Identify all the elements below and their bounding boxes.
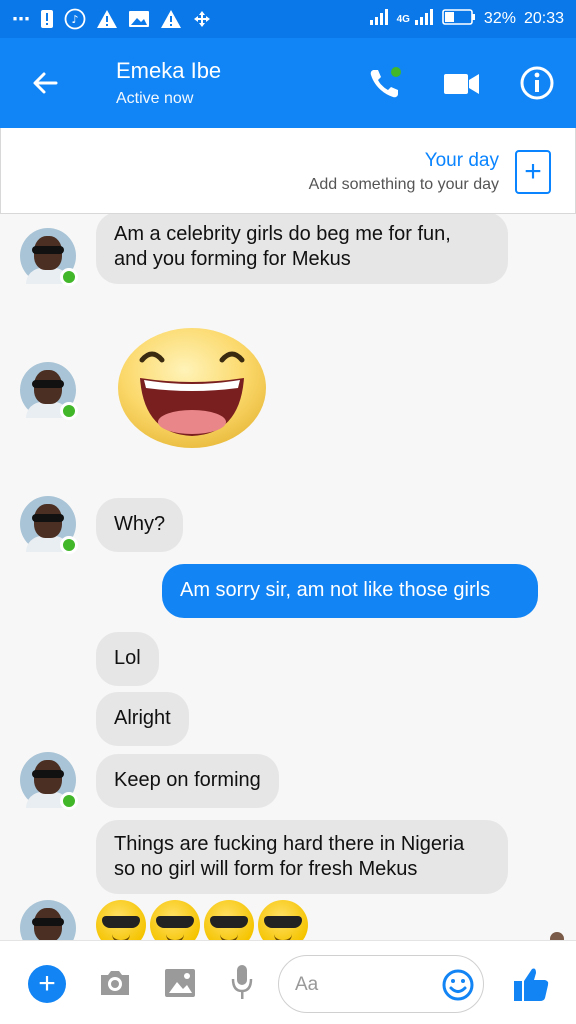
message-text: Alright xyxy=(114,707,171,729)
avatar[interactable] xyxy=(20,496,78,554)
online-indicator xyxy=(60,536,78,554)
read-receipt-avatar xyxy=(550,932,564,940)
system-indicators: 4G 32% 20:33 xyxy=(369,8,564,30)
online-indicator xyxy=(60,268,78,286)
message-bubble[interactable]: Alright xyxy=(96,692,189,746)
message-text-line: Things are fucking hard there in Nigeria xyxy=(114,833,465,855)
battery-percent: 32% xyxy=(483,10,516,27)
contact-name[interactable]: Emeka Ibe xyxy=(116,58,221,84)
gallery-icon[interactable] xyxy=(164,967,196,999)
message-composer: + xyxy=(0,940,576,1024)
phone-call-icon[interactable] xyxy=(366,64,404,102)
message-list[interactable]: Am a celebrity girls do beg me for fun, … xyxy=(0,214,576,940)
online-indicator xyxy=(60,402,78,420)
emoji-message[interactable] xyxy=(96,900,308,940)
battery-icon xyxy=(442,8,476,30)
laughing-face-icon[interactable] xyxy=(114,322,270,450)
clock: 20:33 xyxy=(523,10,564,27)
music-icon: ♪ xyxy=(64,8,86,30)
microphone-icon[interactable] xyxy=(230,963,254,1001)
video-call-icon[interactable] xyxy=(442,68,482,100)
avatar[interactable] xyxy=(20,228,78,286)
warning-icon xyxy=(96,8,118,30)
message-text: Why? xyxy=(114,513,166,535)
your-day-subtitle: Add something to your day xyxy=(308,176,499,193)
alert-icon xyxy=(40,8,54,30)
message-bubble[interactable]: Am a celebrity girls do beg me for fun, … xyxy=(96,214,508,284)
plus-icon[interactable]: + xyxy=(28,965,66,1003)
message-input-container xyxy=(278,955,484,1013)
status-bar: ⋯ ♪ 4G 32% 20:33 xyxy=(0,0,576,38)
message-text-line: and you forming for Mekus xyxy=(114,248,351,270)
message-text-line: so no girl will form for fresh Mekus xyxy=(114,858,418,880)
add-story-icon[interactable]: + xyxy=(515,150,551,194)
message-bubble-sent[interactable]: Am sorry sir, am not like those girls xyxy=(162,564,538,618)
message-text-line: Am a celebrity girls do beg me for fun, xyxy=(114,223,451,245)
contact-status: Active now xyxy=(116,90,194,107)
notification-icons: ⋯ ♪ xyxy=(12,8,212,30)
avatar[interactable] xyxy=(20,900,76,940)
sunglasses-face-icon xyxy=(204,900,254,940)
sync-icon xyxy=(192,8,212,30)
emoji-icon[interactable] xyxy=(441,968,475,1002)
message-input[interactable] xyxy=(295,970,435,1000)
svg-text:♪: ♪ xyxy=(71,13,78,26)
message-bubble[interactable]: Things are fucking hard there in Nigeria… xyxy=(96,820,508,894)
message-bubble[interactable]: Keep on forming xyxy=(96,754,279,808)
thumbs-up-icon[interactable] xyxy=(512,965,550,1003)
camera-icon[interactable] xyxy=(98,967,132,999)
signal-icon-2 xyxy=(414,8,434,30)
message-bubble[interactable]: Why? xyxy=(96,498,184,552)
warning-icon-2 xyxy=(160,8,182,30)
more-dots-icon: ⋯ xyxy=(12,8,30,29)
avatar[interactable] xyxy=(20,752,78,810)
sunglasses-face-icon xyxy=(258,900,308,940)
message-text: Keep on forming xyxy=(114,769,261,791)
sunglasses-face-icon xyxy=(150,900,200,940)
your-day-title: Your day xyxy=(424,150,499,171)
avatar[interactable] xyxy=(20,362,78,420)
message-bubble[interactable]: Lol xyxy=(96,632,159,686)
your-day-banner[interactable]: Your day Add something to your day + xyxy=(0,128,576,214)
sunglasses-face-icon xyxy=(96,900,146,940)
conversation-header: Emeka Ibe Active now xyxy=(0,38,576,128)
online-indicator xyxy=(60,792,78,810)
network-type-label: 4G xyxy=(396,13,410,25)
message-text: Lol xyxy=(114,647,141,669)
info-icon[interactable] xyxy=(518,64,556,102)
signal-icon xyxy=(369,8,389,30)
image-icon xyxy=(128,8,150,30)
back-arrow-icon[interactable] xyxy=(28,66,62,100)
message-text: Am sorry sir, am not like those girls xyxy=(180,579,491,601)
